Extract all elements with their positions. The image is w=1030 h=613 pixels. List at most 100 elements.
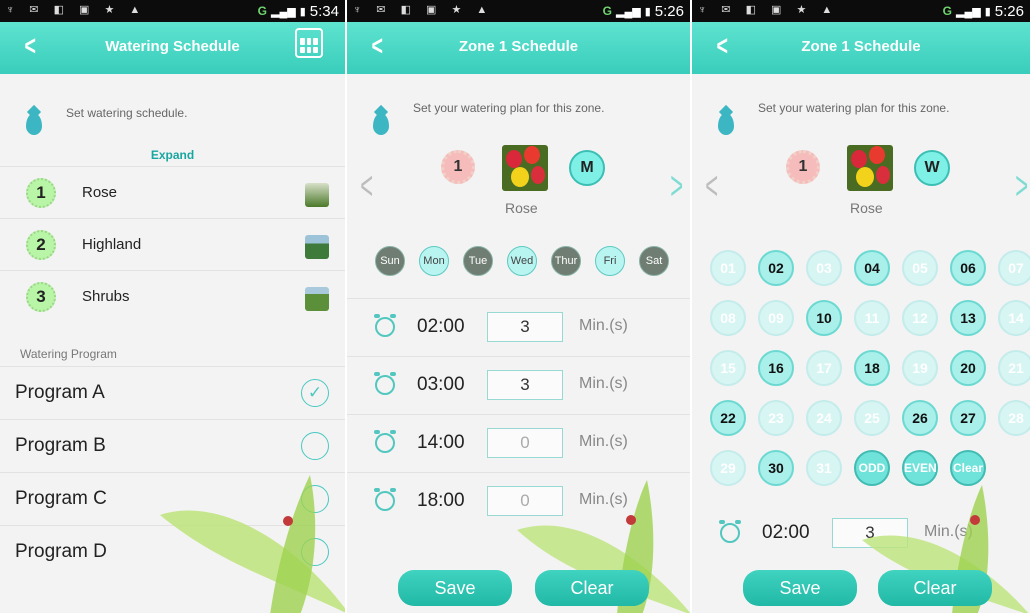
date-toggle[interactable]: 19 (902, 350, 938, 386)
unit-label: Min.(s) (579, 375, 628, 392)
zone-row[interactable]: 1 Rose (0, 166, 345, 218)
time-label: 14:00 (417, 432, 465, 453)
time-label: 02:00 (417, 316, 465, 337)
date-toggle[interactable]: 03 (806, 250, 842, 286)
date-toggle[interactable]: 22 (710, 400, 746, 436)
status-bar: ♆ ✉ ◧ ▣ ★ ▲ G ▂▄▆ ▮ 5:26 (692, 0, 1030, 22)
zone-row[interactable]: 3 Shrubs (0, 270, 345, 322)
time-row: 18:00 0 Min.(s) (347, 472, 690, 530)
zone-name: Rose (850, 200, 883, 216)
day-toggle[interactable]: Sat (639, 246, 669, 276)
date-toggle[interactable]: 11 (854, 300, 890, 336)
date-toggle[interactable]: 29 (710, 450, 746, 486)
date-toggle[interactable]: 20 (950, 350, 986, 386)
program-row[interactable]: Program C (0, 472, 345, 525)
day-toggle[interactable]: Tue (463, 246, 493, 276)
date-toggle[interactable]: 05 (902, 250, 938, 286)
network-type: G (942, 4, 953, 18)
time-row: 14:00 0 Min.(s) (347, 414, 690, 472)
date-toggle[interactable]: 28 (998, 400, 1030, 436)
day-toggle[interactable]: Fri (595, 246, 625, 276)
clock: 5:26 (654, 2, 684, 20)
zone-number-badge: 3 (26, 282, 56, 312)
zone-number-badge: 1 (786, 150, 820, 184)
checkmark-icon[interactable]: ✓ (301, 379, 329, 407)
zone-schedule-weekly-screen: ♆ ✉ ◧ ▣ ★ ▲ G ▂▄▆ ▮ 5:26 < Zone 1 Schedu… (347, 0, 690, 613)
zone-name: Rose (505, 200, 538, 216)
date-toggle[interactable]: 07 (998, 250, 1030, 286)
date-toggle[interactable]: 04 (854, 250, 890, 286)
radio-icon[interactable] (301, 538, 329, 566)
expand-button[interactable]: Expand (0, 148, 345, 162)
date-toggle[interactable]: 27 (950, 400, 986, 436)
radio-icon[interactable] (301, 432, 329, 460)
date-toggle[interactable]: 13 (950, 300, 986, 336)
prev-zone-icon[interactable]: < (360, 164, 373, 209)
date-toggle[interactable]: 18 (854, 350, 890, 386)
date-toggle[interactable]: 21 (998, 350, 1030, 386)
clear-days-button[interactable]: Clear (950, 450, 986, 486)
alarm-icon (374, 488, 396, 511)
signal-icon: ▂▄▆ (271, 5, 296, 18)
battery-icon: ▮ (984, 5, 991, 18)
zone-row[interactable]: 2 Highland (0, 218, 345, 270)
time-label: 02:00 (762, 522, 810, 543)
time-row: 03:00 3 Min.(s) (347, 356, 690, 414)
save-button[interactable]: Save (398, 570, 512, 606)
unit-label: Min.(s) (579, 491, 628, 508)
program-row[interactable]: Program D (0, 525, 345, 578)
calendar-icon[interactable] (295, 28, 323, 58)
duration-input[interactable]: 3 (487, 370, 563, 400)
date-toggle[interactable]: 17 (806, 350, 842, 386)
date-toggle[interactable]: 12 (902, 300, 938, 336)
mode-badge[interactable]: W (914, 150, 950, 186)
page-title: Zone 1 Schedule (801, 38, 921, 55)
date-toggle[interactable]: 25 (854, 400, 890, 436)
date-toggle[interactable]: 06 (950, 250, 986, 286)
date-toggle[interactable]: 16 (758, 350, 794, 386)
status-bar: ♆ ✉ ◧ ▣ ★ ▲ G ▂▄▆ ▮ 5:26 (347, 0, 690, 22)
odd-days-button[interactable]: ODD (854, 450, 890, 486)
clock: 5:34 (309, 2, 339, 20)
day-toggle[interactable]: Wed (507, 246, 537, 276)
duration-input[interactable]: 0 (487, 428, 563, 458)
even-days-button[interactable]: EVEN (902, 450, 938, 486)
date-toggle[interactable]: 26 (902, 400, 938, 436)
duration-input[interactable]: 3 (832, 518, 908, 548)
alarm-icon (719, 520, 741, 543)
date-toggle[interactable]: 30 (758, 450, 794, 486)
program-name: Program B (15, 435, 106, 456)
date-toggle[interactable]: 10 (806, 300, 842, 336)
clear-button[interactable]: Clear (535, 570, 649, 606)
date-toggle[interactable]: 23 (758, 400, 794, 436)
date-toggle[interactable]: 01 (710, 250, 746, 286)
program-row[interactable]: Program B (0, 419, 345, 472)
save-button[interactable]: Save (743, 570, 857, 606)
date-toggle[interactable]: 31 (806, 450, 842, 486)
mode-badge[interactable]: M (569, 150, 605, 186)
duration-input[interactable]: 0 (487, 486, 563, 516)
hint-text: Set your watering plan for this zone. (413, 101, 605, 115)
program-row[interactable]: Program A ✓ (0, 366, 345, 419)
date-toggle[interactable]: 24 (806, 400, 842, 436)
date-toggle[interactable]: 09 (758, 300, 794, 336)
date-toggle[interactable]: 15 (710, 350, 746, 386)
date-toggle[interactable]: 08 (710, 300, 746, 336)
date-toggle[interactable]: 02 (758, 250, 794, 286)
unit-label: Min.(s) (579, 317, 628, 334)
next-zone-icon[interactable]: > (670, 164, 683, 209)
zone-name: Highland (82, 236, 142, 253)
battery-icon: ▮ (299, 5, 306, 18)
status-bar: ♆ ✉ ◧ ▣ ★ ▲ G ▂▄▆ ▮ 5:34 (0, 0, 345, 22)
next-zone-icon[interactable]: > (1015, 164, 1028, 209)
zone-thumbnail (305, 235, 329, 259)
prev-zone-icon[interactable]: < (705, 164, 718, 209)
time-label: 03:00 (417, 374, 465, 395)
day-toggle[interactable]: Mon (419, 246, 449, 276)
day-toggle[interactable]: Sun (375, 246, 405, 276)
day-toggle[interactable]: Thur (551, 246, 581, 276)
radio-icon[interactable] (301, 485, 329, 513)
clear-button[interactable]: Clear (878, 570, 992, 606)
duration-input[interactable]: 3 (487, 312, 563, 342)
date-toggle[interactable]: 14 (998, 300, 1030, 336)
